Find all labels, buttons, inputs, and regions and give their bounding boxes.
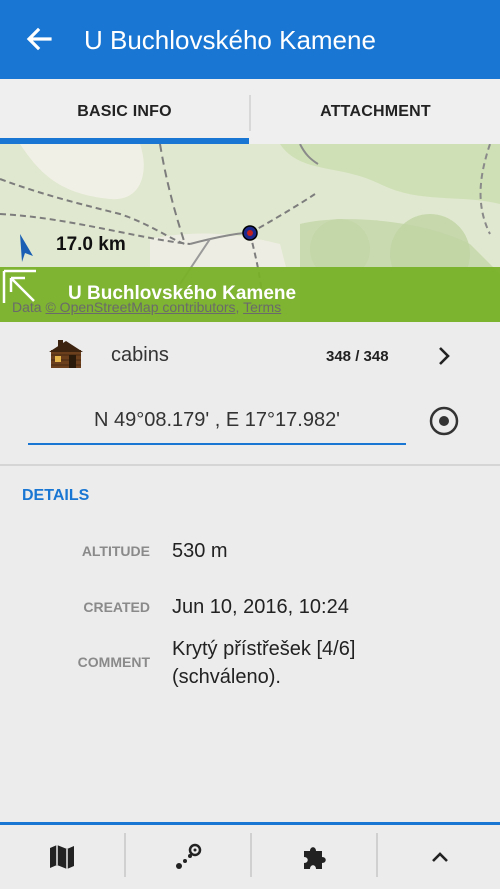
map-icon bbox=[50, 845, 74, 869]
page-title: U Buchlovského Kamene bbox=[84, 25, 376, 55]
chevron-right-icon[interactable] bbox=[434, 344, 454, 368]
comment-value-line2: (schváleno). bbox=[172, 666, 281, 688]
created-label: CREATED bbox=[83, 599, 150, 615]
comment-value-line1: Krytý přístřešek [4/6] bbox=[172, 638, 356, 660]
cabin-icon bbox=[49, 340, 83, 368]
comment-label: COMMENT bbox=[77, 654, 150, 670]
map-attribution: Data © OpenStreetMap contributors, Terms bbox=[12, 299, 281, 315]
altitude-label: ALTITUDE bbox=[81, 543, 150, 559]
addons-button[interactable] bbox=[252, 825, 376, 889]
details-heading: DETAILS bbox=[22, 487, 90, 504]
attribution-prefix: Data bbox=[12, 299, 46, 315]
map-preview[interactable]: 17.0 km U Buchlovského Kamene Data © Ope… bbox=[0, 144, 500, 322]
osm-link[interactable]: © OpenStreetMap contributors bbox=[45, 299, 235, 315]
route-icon bbox=[176, 843, 202, 869]
chevron-up-icon bbox=[432, 852, 448, 862]
divider bbox=[0, 464, 500, 466]
distance-label: 17.0 km bbox=[56, 234, 126, 255]
altitude-value: 530 m bbox=[172, 540, 228, 562]
attribution-separator: , bbox=[235, 299, 244, 315]
arrow-left-icon[interactable] bbox=[22, 22, 56, 56]
locate-icon[interactable] bbox=[428, 405, 460, 437]
created-value: Jun 10, 2016, 10:24 bbox=[172, 596, 349, 618]
bottom-nav bbox=[0, 825, 500, 889]
category-row[interactable]: cabins 348 / 348 bbox=[0, 322, 500, 390]
puzzle-icon bbox=[304, 847, 326, 869]
app-bar: U Buchlovského Kamene bbox=[0, 0, 500, 79]
terms-link[interactable]: Terms bbox=[243, 299, 281, 315]
map-button[interactable] bbox=[0, 825, 124, 889]
route-button[interactable] bbox=[126, 825, 250, 889]
expand-panel-button[interactable] bbox=[378, 825, 500, 889]
tab-bar: BASIC INFO ATTACHMENT bbox=[0, 79, 500, 144]
tab-attachment[interactable]: ATTACHMENT bbox=[251, 79, 500, 144]
category-count: 348 / 348 bbox=[326, 348, 389, 365]
category-label: cabins bbox=[111, 344, 169, 366]
coordinates-value: N 49°08.179' , E 17°17.982' bbox=[93, 409, 341, 431]
coordinates-field[interactable]: N 49°08.179' , E 17°17.982' bbox=[28, 399, 406, 445]
tab-basic-info[interactable]: BASIC INFO bbox=[0, 79, 249, 144]
